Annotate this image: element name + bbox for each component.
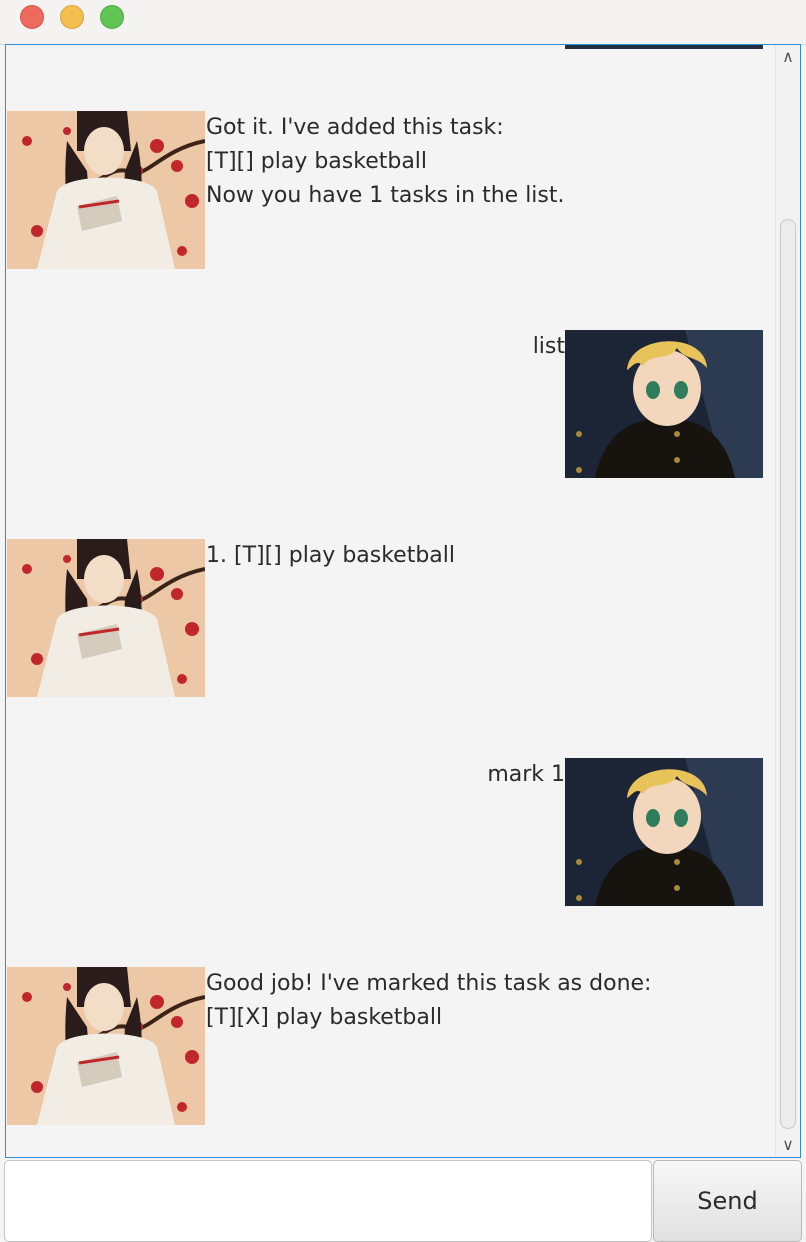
- chevron-up-icon[interactable]: ∧: [776, 45, 800, 69]
- close-window-button[interactable]: [20, 5, 44, 29]
- maximize-window-button[interactable]: [100, 5, 124, 29]
- vertical-scrollbar[interactable]: ∧ ∨: [775, 45, 800, 1157]
- chevron-down-icon[interactable]: ∨: [776, 1133, 800, 1157]
- title-bar: [0, 0, 806, 45]
- user-message: mark 1: [487, 762, 565, 787]
- message-input[interactable]: [4, 1160, 652, 1242]
- duke-message: Got it. I've added this task: [T][] play…: [206, 115, 565, 208]
- duke-message: 1. [T][] play basketball: [206, 543, 456, 568]
- user-avatar: [565, 330, 763, 478]
- app-window: Got it. I've added this task: [T][] play…: [0, 0, 806, 1242]
- duke-avatar: [7, 967, 205, 1125]
- send-button[interactable]: Send: [653, 1160, 802, 1242]
- duke-message: Good job! I've marked this task as done:…: [206, 971, 652, 1030]
- scrollbar-thumb[interactable]: [780, 219, 796, 1129]
- duke-avatar: [7, 539, 205, 697]
- user-avatar: [565, 45, 763, 49]
- duke-avatar: [7, 111, 205, 269]
- user-message: list: [532, 334, 565, 359]
- minimize-window-button[interactable]: [60, 5, 84, 29]
- dialog-scroll-pane[interactable]: Got it. I've added this task: [T][] play…: [5, 44, 801, 1158]
- dialog-container: Got it. I've added this task: [T][] play…: [6, 45, 776, 1157]
- user-avatar: [565, 758, 763, 906]
